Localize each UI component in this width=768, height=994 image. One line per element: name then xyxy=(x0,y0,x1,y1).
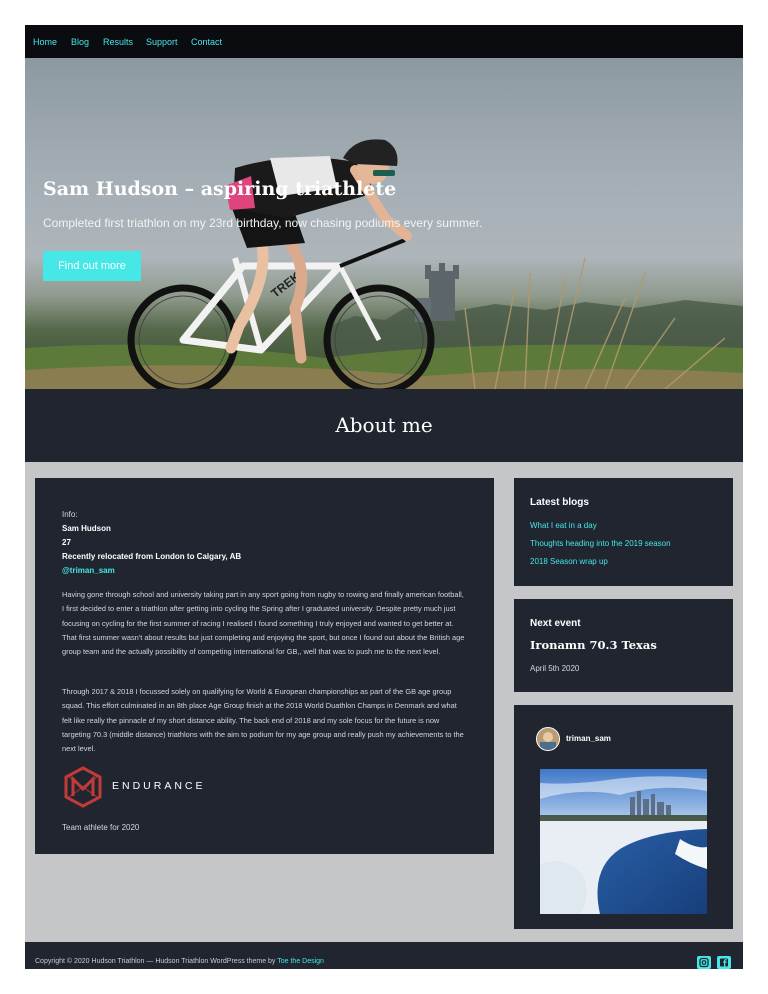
athlete-age: 27 xyxy=(62,538,71,547)
twitter-handle-link[interactable]: @triman_sam xyxy=(62,566,115,575)
site-wrapper: Home Blog Results Support Contact TREK S… xyxy=(25,25,743,969)
endurance-sponsor-logo: ENDURANCE xyxy=(62,766,203,813)
bio-paragraph-1: Having gone through school and universit… xyxy=(62,590,465,657)
site-footer: Copyright © 2020 Hudson Triathlon — Huds… xyxy=(25,942,743,969)
athlete-info: Info: Sam Hudson 27 Recently relocated f… xyxy=(62,508,241,578)
athlete-name: Sam Hudson xyxy=(62,524,111,533)
endurance-logo-icon xyxy=(64,766,102,808)
info-label: Info: xyxy=(62,510,78,519)
endurance-wordmark: ENDURANCE xyxy=(112,780,206,792)
instagram-photo-river[interactable] xyxy=(540,769,707,914)
theme-author-link[interactable]: Toe the Design xyxy=(277,958,324,965)
instagram-avatar[interactable] xyxy=(536,727,560,751)
find-out-more-button[interactable]: Find out more xyxy=(43,251,141,281)
sponsor-caption: Team athlete for 2020 xyxy=(62,823,140,832)
about-banner: About me xyxy=(25,389,743,462)
avatar-image xyxy=(537,728,559,750)
hero-title: Sam Hudson – aspiring triathlete xyxy=(43,178,397,200)
copyright-text: Copyright © 2020 Hudson Triathlon — Huds… xyxy=(35,958,278,965)
next-event-heading: Next event xyxy=(530,618,581,629)
athlete-location: Recently relocated from London to Calgar… xyxy=(62,552,242,561)
bio-paragraph-2: Through 2017 & 2018 I focussed solely on… xyxy=(62,687,464,754)
facebook-icon[interactable] xyxy=(717,956,731,969)
nav-support[interactable]: Support xyxy=(146,37,178,47)
blog-link-3[interactable]: 2018 Season wrap up xyxy=(530,557,608,566)
instagram-glyph xyxy=(699,957,709,968)
blog-link-2[interactable]: Thoughts heading into the 2019 season xyxy=(530,539,671,548)
latest-blogs-widget: Latest blogs What I eat in a day Thought… xyxy=(514,478,733,586)
nav-blog[interactable]: Blog xyxy=(71,37,89,47)
nav-results[interactable]: Results xyxy=(103,37,133,47)
facebook-glyph xyxy=(720,958,728,967)
hero-subtitle: Completed first triathlon on my 23rd bir… xyxy=(43,216,483,230)
next-event-widget: Next event Ironamn 70.3 Texas April 5th … xyxy=(514,599,733,692)
about-card: Info: Sam Hudson 27 Recently relocated f… xyxy=(35,478,494,854)
nav-contact[interactable]: Contact xyxy=(191,37,222,47)
copyright-notice: Copyright © 2020 Hudson Triathlon — Huds… xyxy=(35,958,324,965)
nav-home[interactable]: Home xyxy=(33,37,57,47)
about-heading: About me xyxy=(335,413,433,437)
hero-banner: TREK Sam Hudson – aspiring triathlete Co… xyxy=(25,58,743,389)
event-title: Ironamn 70.3 Texas xyxy=(530,638,657,652)
top-nav: Home Blog Results Support Contact xyxy=(25,25,743,58)
instagram-widget: triman_sam xyxy=(514,705,733,929)
blog-link-1[interactable]: What I eat in a day xyxy=(530,521,597,530)
event-date: April 5th 2020 xyxy=(530,664,580,673)
instagram-icon[interactable] xyxy=(697,956,711,969)
instagram-username[interactable]: triman_sam xyxy=(566,734,611,743)
latest-blogs-title: Latest blogs xyxy=(530,497,589,508)
